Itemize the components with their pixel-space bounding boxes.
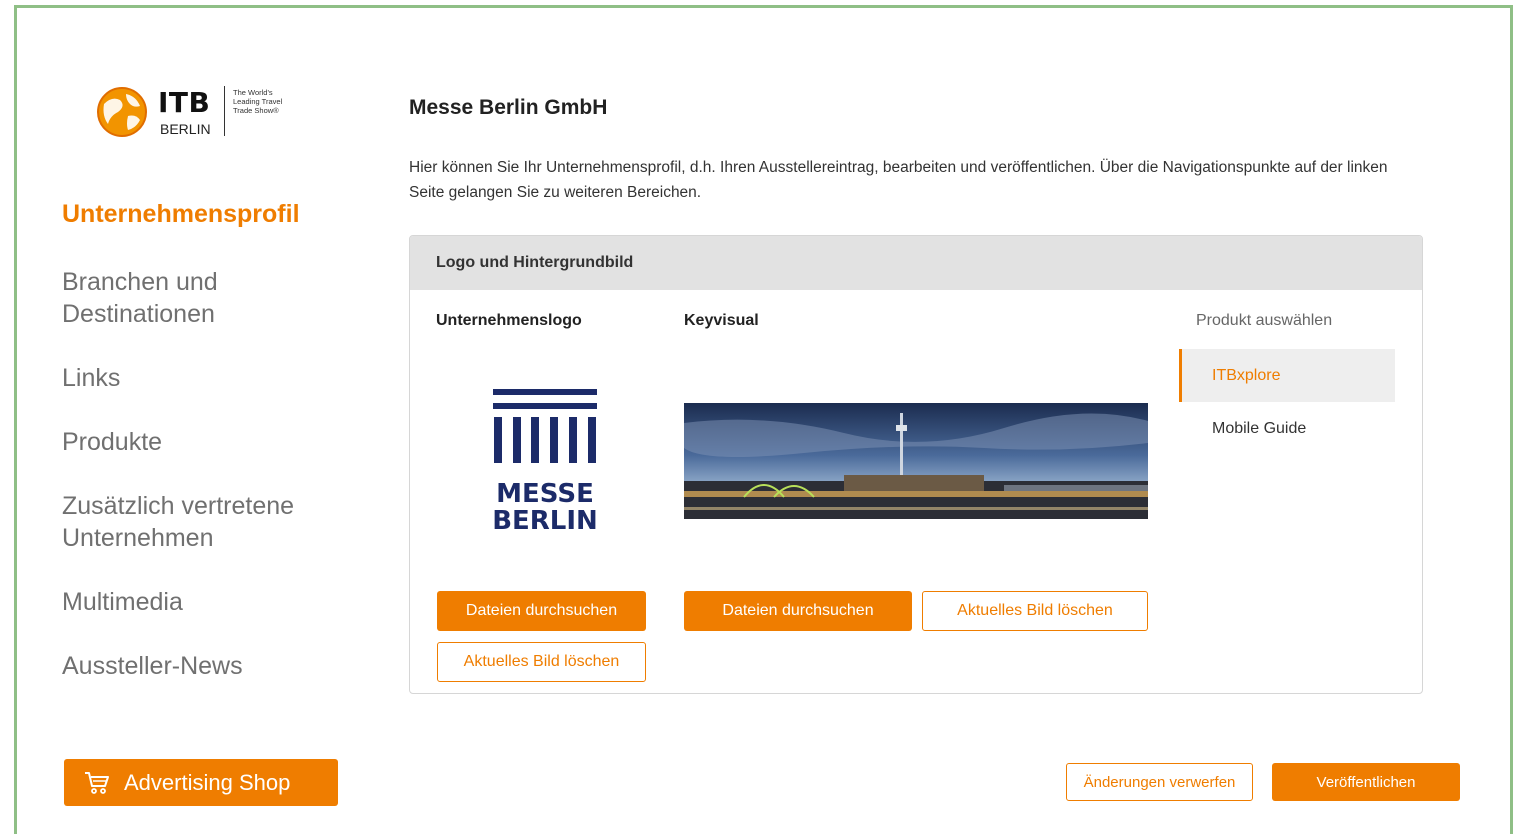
brand-tagline: The World's Leading Travel Trade Show®	[233, 88, 283, 115]
keyvisual-browse-button[interactable]: Dateien durchsuchen	[684, 591, 912, 631]
product-option-mobile-guide[interactable]: Mobile Guide	[1179, 402, 1395, 455]
sidebar-item-aussteller-news[interactable]: Aussteller-News	[62, 650, 362, 682]
cart-icon	[85, 771, 109, 794]
intro-text: Hier können Sie Ihr Unternehmensprofil, …	[409, 159, 1388, 201]
page-title: Messe Berlin GmbH	[409, 96, 608, 119]
logo-background-panel: Logo und Hintergrundbild Unternehmenslog…	[409, 235, 1423, 694]
logo-text-berlin: BERLIN	[493, 506, 597, 533]
brand-separator	[224, 86, 225, 136]
logo-text-messe: MESSE	[496, 479, 594, 509]
keyvisual-title: Keyvisual	[684, 312, 759, 329]
company-logo-title: Unternehmenslogo	[436, 312, 582, 329]
itb-logo[interactable]: ITB BERLIN The World's Leading Travel Tr…	[96, 84, 296, 140]
advertising-shop-button[interactable]: Advertising Shop	[64, 759, 338, 806]
sidebar-item-links[interactable]: Links	[62, 362, 362, 394]
logo-delete-button[interactable]: Aktuelles Bild löschen	[437, 642, 646, 682]
globe-icon	[97, 87, 147, 137]
keyvisual-image	[684, 403, 1148, 519]
product-option-itbxplore[interactable]: ITBxplore	[1179, 349, 1395, 402]
product-select-label: Produkt auswählen	[1196, 312, 1333, 329]
panel-header: Logo und Hintergrundbild	[410, 236, 1422, 290]
discard-changes-button[interactable]: Änderungen verwerfen	[1066, 763, 1253, 801]
sidebar-nav: Unternehmensprofil Branchen und Destinat…	[62, 198, 362, 714]
keyvisual-delete-button[interactable]: Aktuelles Bild löschen	[922, 591, 1148, 631]
logo-browse-button[interactable]: Dateien durchsuchen	[437, 591, 646, 631]
sidebar-item-branchen-destinationen[interactable]: Branchen und Destinationen	[62, 266, 362, 330]
brand-name: ITB	[158, 86, 211, 119]
product-list: ITBxplore Mobile Guide	[1179, 349, 1395, 455]
sidebar-item-unternehmensprofil[interactable]: Unternehmensprofil	[62, 198, 362, 230]
messe-berlin-logo: MESSE BERLIN	[493, 389, 597, 533]
sidebar-item-zusaetzlich-vertretene-unternehmen[interactable]: Zusätzlich vertretene Unternehmen	[62, 490, 362, 554]
publish-button[interactable]: Veröffentlichen	[1272, 763, 1460, 801]
brand-city: BERLIN	[160, 121, 211, 137]
sidebar-item-produkte[interactable]: Produkte	[62, 426, 362, 458]
sidebar-item-multimedia[interactable]: Multimedia	[62, 586, 362, 618]
advertising-shop-label: Advertising Shop	[124, 769, 291, 795]
